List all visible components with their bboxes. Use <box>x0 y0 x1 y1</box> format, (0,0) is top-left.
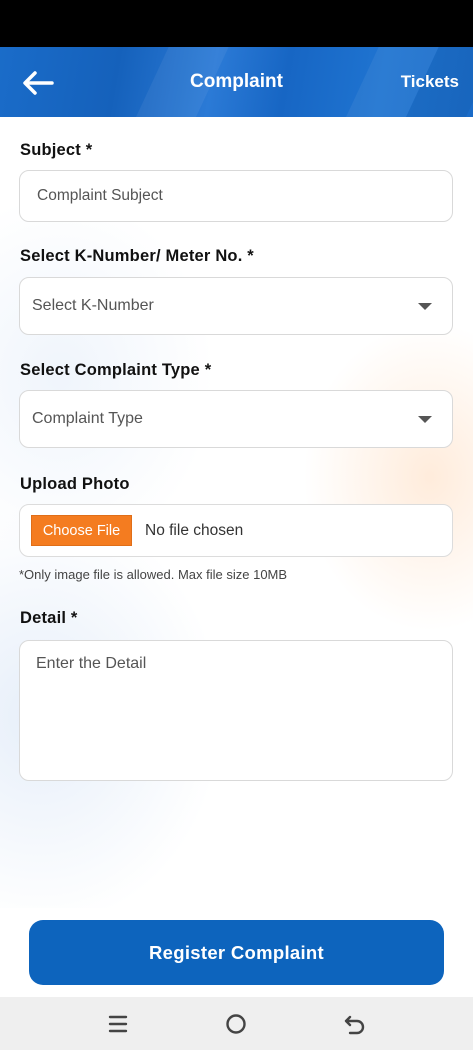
chevron-down-icon <box>418 303 432 310</box>
system-nav-bar <box>0 997 473 1050</box>
detail-label: Detail * <box>20 609 78 627</box>
tickets-link[interactable]: Tickets <box>401 72 459 92</box>
file-upload-field: Choose File No file chosen <box>19 504 453 557</box>
detail-textarea[interactable] <box>20 641 452 780</box>
complaint-form: Subject * Select K-Number/ Meter No. * S… <box>0 117 473 908</box>
choose-file-button[interactable]: Choose File <box>31 515 132 546</box>
k-number-label: Select K-Number/ Meter No. * <box>20 247 254 265</box>
chevron-down-icon <box>418 416 432 423</box>
upload-photo-label: Upload Photo <box>20 475 130 493</box>
upload-hint: *Only image file is allowed. Max file si… <box>19 567 288 582</box>
subject-label: Subject * <box>20 141 93 159</box>
menu-icon[interactable] <box>103 1009 133 1039</box>
subject-field[interactable] <box>19 170 453 222</box>
complaint-type-select-value: Complaint Type <box>32 410 143 427</box>
detail-field[interactable] <box>19 640 453 781</box>
k-number-select[interactable]: Select K-Number <box>19 277 453 335</box>
back-icon[interactable] <box>339 1009 369 1039</box>
complaint-type-select[interactable]: Complaint Type <box>19 390 453 448</box>
footer: Register Complaint <box>0 908 473 997</box>
status-bar <box>0 0 473 47</box>
home-circle-icon[interactable] <box>221 1009 251 1039</box>
complaint-type-label: Select Complaint Type * <box>20 361 212 379</box>
file-status-text: No file chosen <box>145 521 244 539</box>
k-number-select-value: Select K-Number <box>32 297 154 314</box>
app-header: Complaint Tickets <box>0 47 473 117</box>
register-complaint-button[interactable]: Register Complaint <box>29 920 444 985</box>
subject-input[interactable] <box>20 171 452 221</box>
